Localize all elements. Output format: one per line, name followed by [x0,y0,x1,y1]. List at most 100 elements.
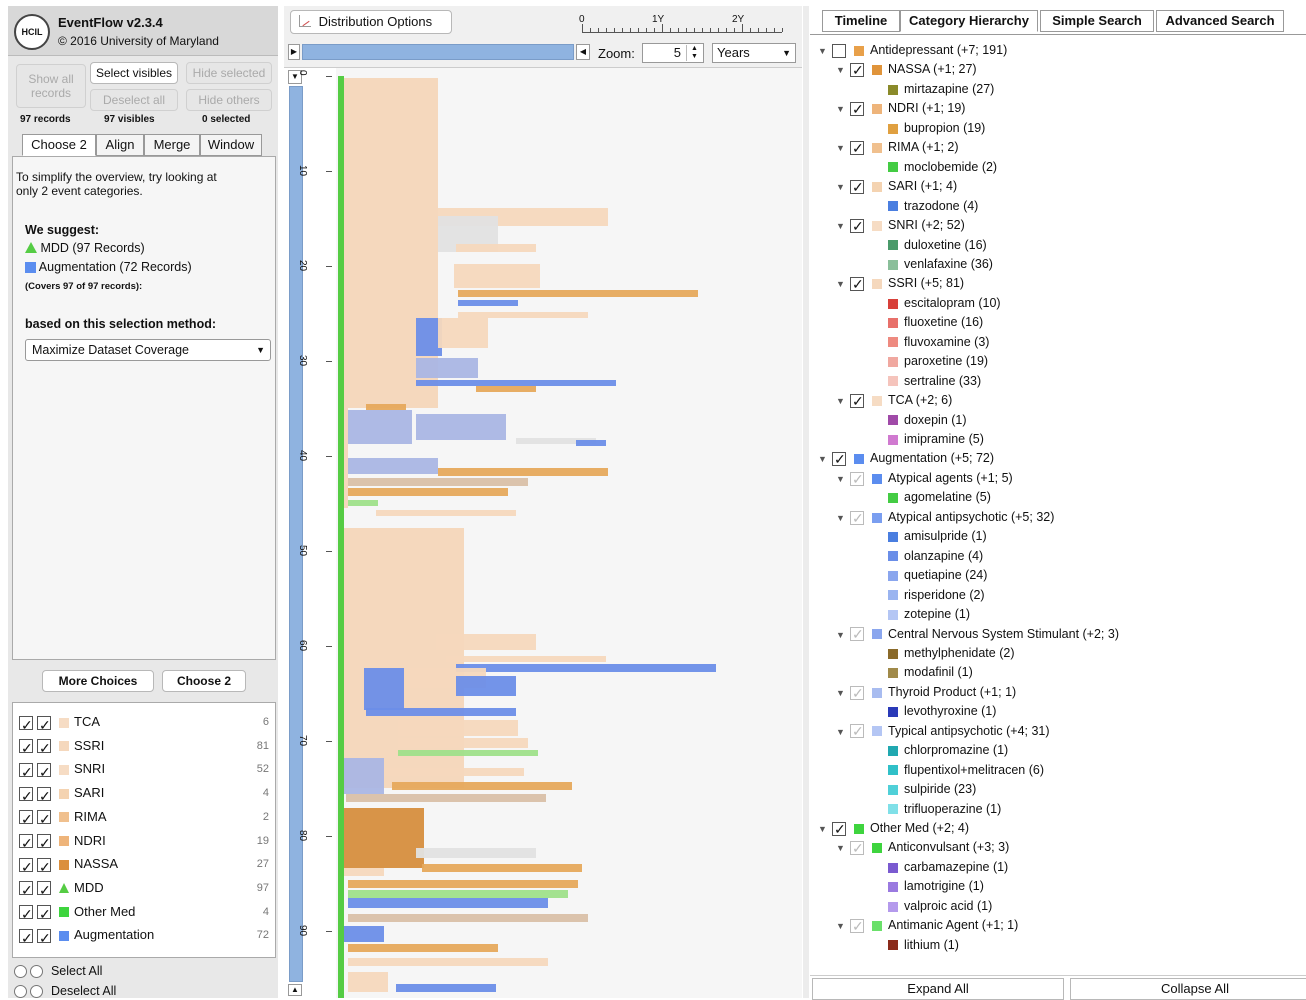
tree-item-leaf[interactable]: escitalopram (10) [888,294,1001,313]
select-checkbox[interactable] [37,808,51,830]
tree-checkbox[interactable] [850,100,864,119]
tree-checkbox[interactable] [832,450,846,469]
tab-align[interactable]: Align [96,134,144,156]
select-visibles-button[interactable]: Select visibles [90,62,178,84]
select-checkbox[interactable] [37,927,51,949]
expand-triangle-icon[interactable]: ▼ [836,61,846,80]
event-block[interactable] [348,500,378,506]
tab-advanced-search[interactable]: Advanced Search [1156,10,1284,32]
expand-triangle-icon[interactable]: ▼ [836,100,846,119]
event-block[interactable] [458,312,588,318]
show-checkbox[interactable] [19,808,33,830]
event-block[interactable] [348,958,548,966]
tree-item-category[interactable]: ▼ Antimanic Agent (+1; 1) [836,916,1018,936]
tree-checkbox[interactable] [850,139,864,158]
tree-checkbox[interactable] [850,625,864,644]
tree-item-leaf[interactable]: agomelatine (5) [888,488,991,507]
tree-item-category[interactable]: ▼ Typical antipsychotic (+4; 31) [836,722,1050,741]
method-select[interactable]: Maximize Dataset Coverage ▼ [25,339,271,361]
expand-triangle-icon[interactable]: ▼ [836,839,846,858]
tree-item-leaf[interactable]: methylphenidate (2) [888,644,1014,663]
tree-checkbox[interactable] [850,917,864,936]
tree-item-category[interactable]: ▼ Other Med (+2; 4) [818,819,969,839]
event-block[interactable] [348,972,388,992]
tree-item-leaf[interactable]: modafinil (1) [888,663,973,682]
select-checkbox[interactable] [37,856,51,878]
tree-checkbox[interactable] [850,684,864,703]
expand-triangle-icon[interactable]: ▼ [836,178,846,197]
legend-item-augmentation[interactable]: Augmentation 72 [19,924,275,949]
event-block[interactable] [456,244,536,252]
tree-checkbox[interactable] [850,217,864,236]
expand-triangle-icon[interactable]: ▼ [818,450,828,469]
tree-item-leaf[interactable]: sertraline (33) [888,372,981,391]
event-block[interactable] [348,898,548,908]
tree-item-category[interactable]: ▼ RIMA (+1; 2) [836,138,959,158]
event-block[interactable] [348,890,568,898]
distribution-options-button[interactable]: Distribution Options [290,10,452,34]
tree-item-leaf[interactable]: zotepine (1) [888,605,970,624]
event-block[interactable] [458,290,698,297]
tree-item-category[interactable]: ▼ TCA (+2; 6) [836,391,952,411]
collapse-all-button[interactable]: Collapse All [1070,978,1306,1000]
tree-item-leaf[interactable]: amisulpride (1) [888,527,987,546]
expand-triangle-icon[interactable]: ▼ [836,470,846,489]
tree-item-category[interactable]: ▼ SNRI (+2; 52) [836,216,965,236]
tree-item-leaf[interactable]: chlorpromazine (1) [888,741,1008,760]
tab-choose-2[interactable]: Choose 2 [22,134,96,156]
tree-item-leaf[interactable]: venlafaxine (36) [888,255,993,274]
tab-category-hierarchy[interactable]: Category Hierarchy [900,10,1038,32]
event-block[interactable] [344,926,384,942]
select-checkbox[interactable] [37,785,51,807]
tree-item-category[interactable]: ▼ SARI (+1; 4) [836,177,957,197]
event-block[interactable] [396,984,496,992]
tree-checkbox[interactable] [850,178,864,197]
unit-select[interactable]: Years ▼ [712,43,796,63]
legend-item-snri[interactable]: SNRI 52 [19,758,275,783]
event-block[interactable] [366,708,516,716]
event-block[interactable] [436,634,536,650]
show-checkbox[interactable] [19,856,33,878]
event-block[interactable] [398,738,528,748]
legend-item-ssri[interactable]: SSRI 81 [19,735,275,759]
stepper-arrows-icon[interactable]: ▲ ▼ [686,45,702,61]
event-block[interactable] [416,358,478,378]
show-checkbox[interactable] [19,832,33,854]
zoom-stepper[interactable]: 5 ▲ ▼ [642,43,704,63]
tree-item-leaf[interactable]: lamotrigine (1) [888,877,984,896]
tree-item-leaf[interactable]: duloxetine (16) [888,236,987,255]
legend-item-nassa[interactable]: NASSA 27 [19,853,275,878]
event-block[interactable] [364,668,404,710]
event-block[interactable] [348,458,438,474]
event-block[interactable] [398,750,538,756]
expand-triangle-icon[interactable]: ▼ [836,217,846,236]
expand-triangle-icon[interactable]: ▼ [836,917,846,936]
show-checkbox[interactable] [19,785,33,807]
expand-triangle-icon[interactable]: ▼ [836,626,846,645]
legend-item-sari[interactable]: SARI 4 [19,782,275,807]
event-block[interactable] [348,944,498,952]
tab-window[interactable]: Window [200,134,262,156]
event-block[interactable] [422,864,582,872]
tree-item-category[interactable]: ▼ SSRI (+5; 81) [836,274,964,294]
mdd-bar[interactable] [338,76,344,998]
hide-selected-button[interactable]: Hide selected [186,62,272,84]
tree-checkbox[interactable] [850,509,864,528]
event-block[interactable] [344,808,424,868]
event-block[interactable] [446,656,606,662]
show-all-records-button[interactable]: Show all records [16,64,86,108]
more-choices-button[interactable]: More Choices [42,670,154,692]
event-block[interactable] [348,478,528,486]
tree-item-category[interactable]: ▼ Atypical agents (+1; 5) [836,469,1013,489]
event-block[interactable] [344,868,384,876]
select-checkbox[interactable] [37,737,51,759]
expand-triangle-icon[interactable]: ▼ [836,684,846,703]
expand-triangle-icon[interactable]: ▼ [836,392,846,411]
tree-item-leaf[interactable]: flupentixol+melitracen (6) [888,761,1044,780]
show-checkbox[interactable] [19,761,33,783]
tree-checkbox[interactable] [850,722,864,741]
event-block[interactable] [438,468,608,476]
tree-item-category[interactable]: ▼ NASSA (+1; 27) [836,60,977,80]
tree-item-leaf[interactable]: moclobemide (2) [888,158,997,177]
event-block[interactable] [456,664,716,672]
